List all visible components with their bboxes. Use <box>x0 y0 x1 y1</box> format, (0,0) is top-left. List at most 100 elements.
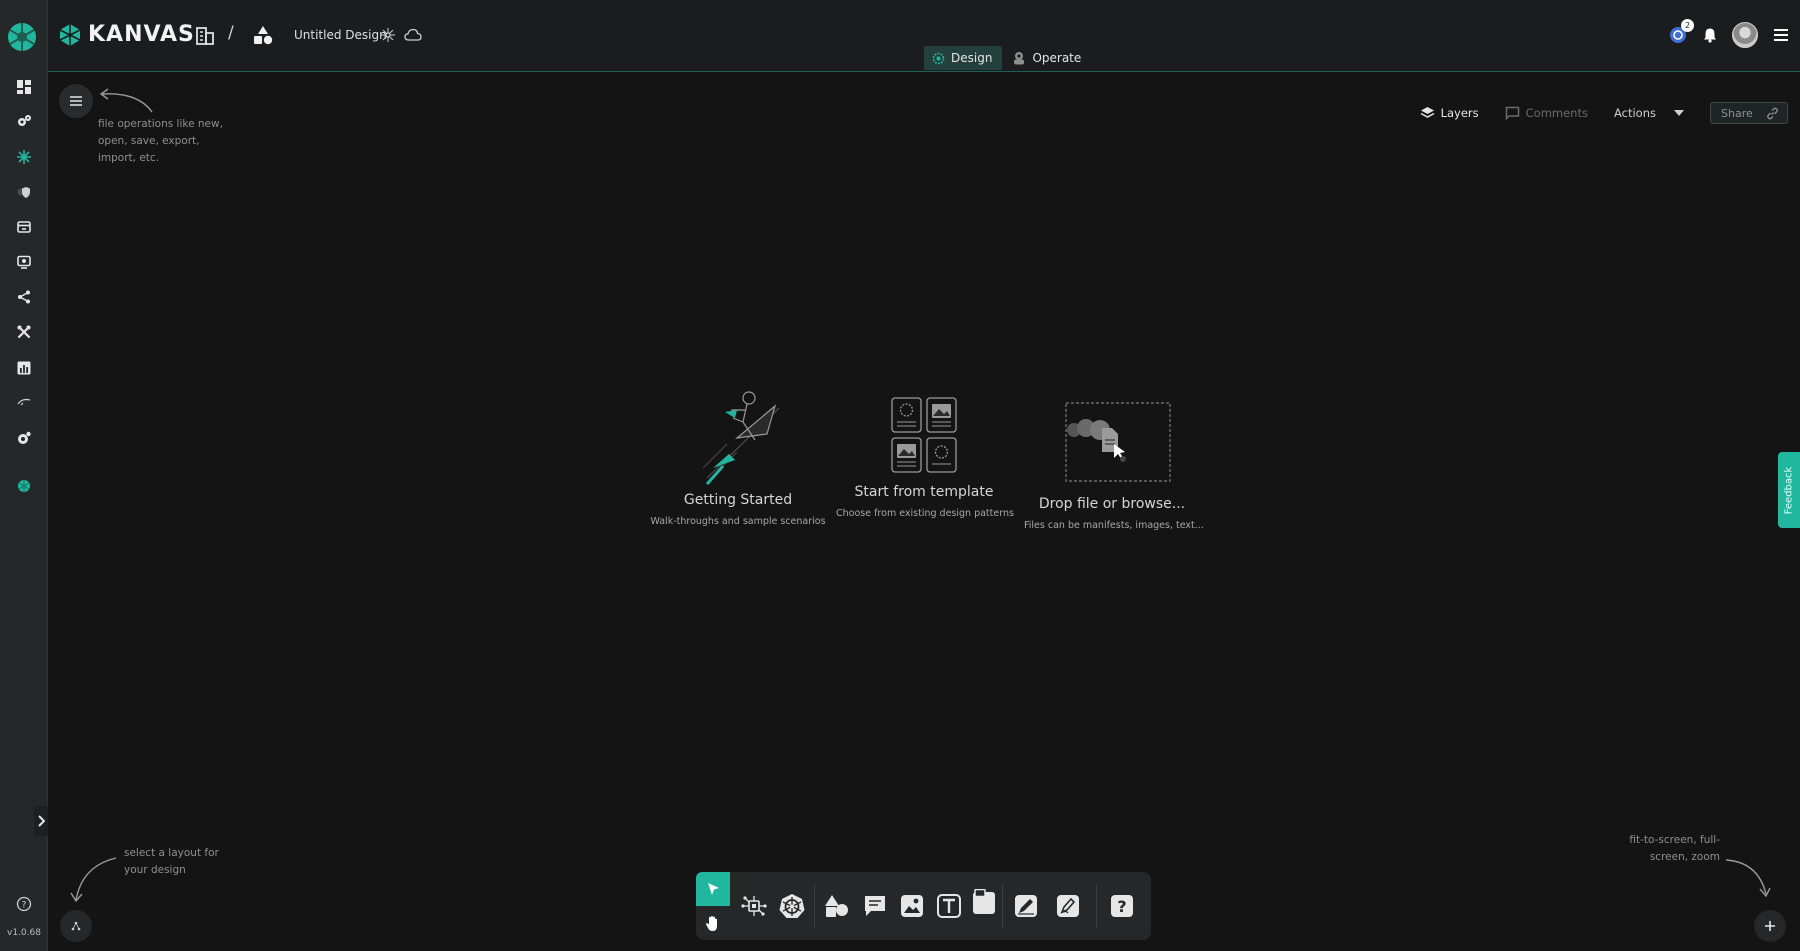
connections-icon[interactable] <box>14 287 34 307</box>
pan-tool-button[interactable] <box>696 906 730 940</box>
left-sidebar: ? v1.0.68 <box>0 0 48 951</box>
template-card[interactable]: Start from template Choose from existing… <box>836 396 1014 519</box>
kanvas-icon[interactable] <box>14 147 34 167</box>
catalog-icon[interactable] <box>14 217 34 237</box>
cursor-icon <box>708 883 719 895</box>
file-menu-button[interactable] <box>59 84 93 118</box>
toolbar-separator <box>814 884 815 928</box>
design-toolbar: ? <box>696 872 1151 940</box>
top-header: KANVAS / Untitled Design Design Operate … <box>48 0 1800 72</box>
security-icon[interactable] <box>14 182 34 202</box>
layout-button[interactable] <box>60 910 92 942</box>
section-tool-button[interactable] <box>968 886 1000 918</box>
breadcrumb-separator: / <box>228 23 234 43</box>
actions-dropdown[interactable]: Actions <box>1614 106 1684 120</box>
extensions-icon[interactable] <box>14 252 34 272</box>
layers-label: Layers <box>1440 106 1479 120</box>
layers-icon <box>1420 107 1434 118</box>
workspace-icon[interactable] <box>252 24 274 46</box>
drop-file-title: Drop file or browse... <box>1038 496 1186 512</box>
hand-icon <box>706 915 717 931</box>
cloud-save-icon[interactable] <box>404 27 422 43</box>
drop-file-subtitle: Files can be manifests, images, text... <box>1024 520 1204 531</box>
rocket-rider-icon <box>702 391 780 485</box>
registry-icon[interactable] <box>14 392 34 412</box>
dashboard-icon[interactable] <box>14 77 34 97</box>
text-tool-button[interactable] <box>933 890 965 922</box>
components-tool-button[interactable] <box>738 890 770 922</box>
performance-icon[interactable] <box>14 358 34 378</box>
help-tool-button[interactable]: ? <box>1106 890 1138 922</box>
kubernetes-tool-button[interactable] <box>776 890 808 922</box>
meshery-icon[interactable] <box>14 476 34 496</box>
kubernetes-icon <box>779 894 805 918</box>
comments-button[interactable]: Comments <box>1505 106 1588 120</box>
tab-operate[interactable]: Operate <box>1004 46 1091 70</box>
notification-count-badge: 2 <box>1681 19 1694 32</box>
header-actions: 2 <box>1668 19 1790 48</box>
settings-icon[interactable] <box>14 428 34 448</box>
bell-icon[interactable] <box>1702 27 1718 43</box>
getting-started-title: Getting Started <box>683 492 793 508</box>
share-label: Share <box>1721 106 1753 120</box>
meshery-logo-icon[interactable] <box>6 21 38 53</box>
zoom-hint: fit-to-screen, full-screen, zoom <box>1629 834 1720 863</box>
feedback-tab[interactable]: Feedback <box>1778 452 1800 528</box>
shapes-icon <box>825 895 848 917</box>
svg-text:?: ? <box>1117 897 1126 916</box>
brand[interactable]: KANVAS <box>58 22 195 47</box>
pen-icon <box>1057 895 1079 917</box>
getting-started-card[interactable]: Getting Started Walk-throughs and sample… <box>650 388 826 527</box>
hint-arrow-icon <box>70 857 117 903</box>
tab-design-label: Design <box>951 51 993 65</box>
sidebar-expand-button[interactable] <box>34 806 48 836</box>
empty-canvas-starters: Getting Started Walk-throughs and sample… <box>650 388 1204 548</box>
text-icon <box>937 894 961 918</box>
notifications-center[interactable]: 2 <box>1668 19 1694 45</box>
hamburger-menu-icon[interactable] <box>1772 28 1790 42</box>
toolbar-separator <box>1096 884 1097 928</box>
layout-hint: select a layout for your design <box>124 847 219 876</box>
canvas-top-toolbar: Layers Comments Actions Share <box>1420 102 1788 124</box>
tab-operate-label: Operate <box>1032 51 1082 65</box>
share-network-icon[interactable] <box>380 27 396 43</box>
kanvas-app: ? v1.0.68 KANVAS / Untitled Design Desig… <box>0 0 1800 951</box>
pencil-tool-button[interactable] <box>1010 890 1042 922</box>
image-tool-button[interactable] <box>896 890 928 922</box>
organization-icon[interactable] <box>194 24 216 46</box>
design-name[interactable]: Untitled Design <box>294 28 387 42</box>
zoom-controls-button[interactable] <box>1754 910 1786 942</box>
avatar[interactable] <box>1732 22 1758 48</box>
hint-arrow-icon <box>99 88 153 113</box>
toolbar-separator <box>1002 884 1003 928</box>
caret-down-icon <box>1674 110 1684 116</box>
components-icon <box>741 896 767 916</box>
select-tool-button[interactable] <box>696 872 730 906</box>
template-subtitle: Choose from existing design patterns <box>836 508 1014 519</box>
layout-tree-icon <box>71 921 81 931</box>
file-operations-hint: file operations like new, open, save, ex… <box>98 118 223 164</box>
mode-tabs: Design Operate <box>924 46 1091 70</box>
tab-design[interactable]: Design <box>924 46 1003 70</box>
pen-tool-button[interactable] <box>1052 890 1084 922</box>
design-cog-icon <box>932 52 945 64</box>
app-version: v1.0.68 <box>7 928 41 938</box>
layers-button[interactable]: Layers <box>1420 106 1479 120</box>
lifecycle-icon[interactable] <box>14 111 34 131</box>
drop-file-card[interactable]: Drop file or browse... Files can be mani… <box>1024 402 1204 531</box>
operator-icon <box>1014 52 1025 65</box>
brand-name: KANVAS <box>88 22 195 47</box>
help-icon[interactable]: ? <box>14 894 34 914</box>
share-button[interactable]: Share <box>1710 102 1788 124</box>
actions-label: Actions <box>1613 106 1656 120</box>
plus-icon <box>1765 921 1775 931</box>
menu-icon <box>70 96 82 106</box>
comment-tool-button[interactable] <box>859 890 891 922</box>
upload-file-icon <box>1065 402 1171 482</box>
shapes-tool-button[interactable] <box>821 890 853 922</box>
template-title: Start from template <box>854 484 994 500</box>
svg-text:?: ? <box>22 901 27 911</box>
tools-icon[interactable] <box>14 322 34 342</box>
comment-icon <box>1505 106 1519 120</box>
interaction-mode-toggle <box>696 872 730 940</box>
